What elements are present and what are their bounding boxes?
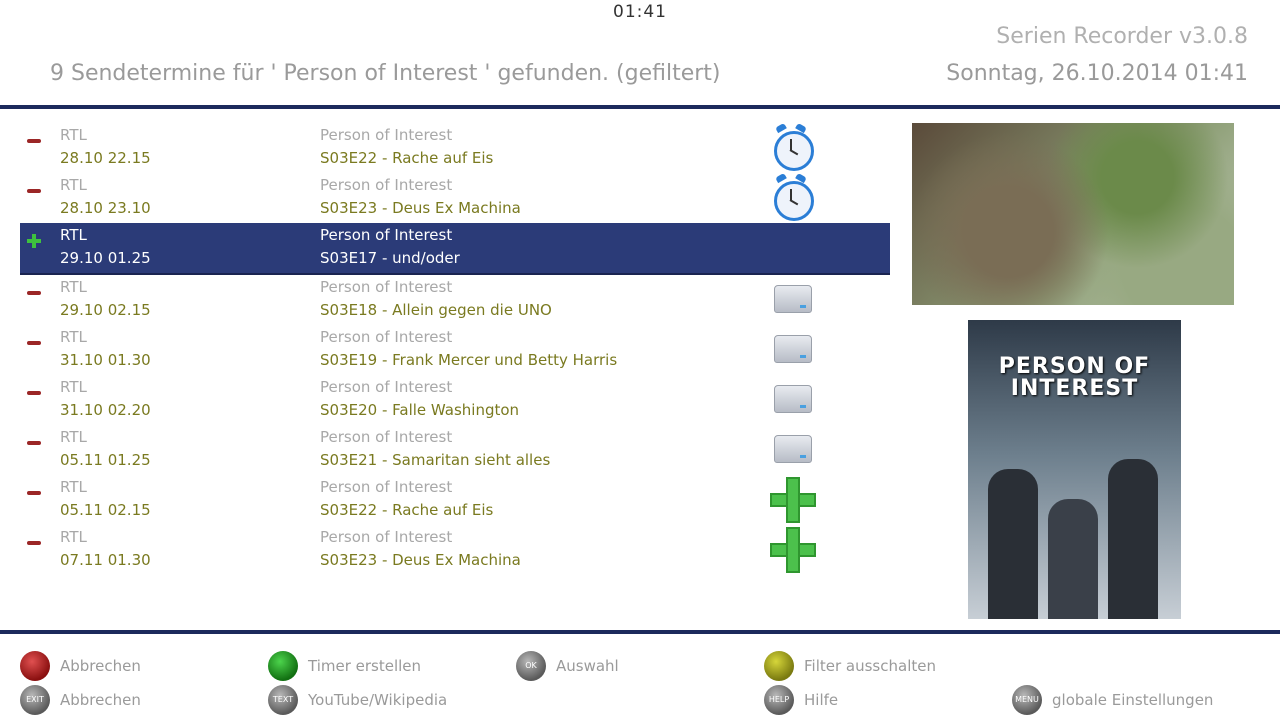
top-divider [0, 105, 1280, 109]
recorded-disk-icon [770, 377, 816, 423]
episode-title: S03E22 - Rache auf Eis [320, 149, 494, 167]
cover-figure [1048, 499, 1098, 619]
series-title: Person of Interest [320, 478, 453, 496]
help-key-icon: HELP [764, 685, 794, 715]
menu-button-label: globale Einstellungen [1052, 691, 1214, 709]
timer-clock-icon [770, 122, 816, 171]
sender-label: RTL [60, 126, 87, 144]
bottom-divider [0, 630, 1280, 634]
list-item[interactable]: RTL 29.10 01.25 Person of Interest S03E17 -… [20, 223, 890, 275]
series-title: Person of Interest [320, 176, 453, 194]
ok-button-label: Auswahl [556, 657, 619, 675]
cover-title: PERSON OF INTEREST [968, 356, 1181, 400]
list-item[interactable]: RTL 31.10 01.30 Person of Interest S03E19 -… [20, 325, 890, 375]
text-button-label: YouTube/Wikipedia [308, 691, 448, 709]
cover-figure [988, 469, 1038, 619]
fanart-image [912, 123, 1234, 305]
ok-key-tag: OK [525, 661, 537, 670]
red-button-label: Abbrechen [60, 657, 141, 675]
list-item[interactable]: RTL 28.10 23.10 Person of Interest S03E23 -… [20, 172, 890, 223]
exit-button-label: Abbrechen [60, 691, 141, 709]
minus-icon [26, 485, 42, 501]
airtime-label: 29.10 02.15 [60, 301, 151, 319]
red-key-icon [20, 651, 50, 681]
add-timer-icon [770, 527, 816, 573]
airtime-label: 28.10 22.15 [60, 149, 151, 167]
sender-label: RTL [60, 528, 87, 546]
series-title: Person of Interest [320, 528, 453, 546]
minus-icon [26, 385, 42, 401]
list-item[interactable]: RTL 07.11 01.30 Person of Interest S03E23 -… [20, 525, 890, 575]
help-key-tag: HELP [768, 695, 790, 704]
airtime-label: 31.10 02.20 [60, 401, 151, 419]
minus-icon [26, 435, 42, 451]
sender-label: RTL [60, 278, 87, 296]
episode-title: S03E23 - Deus Ex Machina [320, 551, 521, 569]
airtime-label: 05.11 01.25 [60, 451, 151, 469]
minus-icon [26, 285, 42, 301]
menu-key-icon: MENU [1012, 685, 1042, 715]
series-title: Person of Interest [320, 328, 453, 346]
list-item[interactable]: RTL 05.11 01.25 Person of Interest S03E21 -… [20, 425, 890, 475]
minus-icon [26, 133, 42, 149]
cover-title-line2: INTEREST [1010, 376, 1139, 401]
episode-title: S03E17 - und/oder [320, 249, 460, 267]
list-item[interactable]: RTL 28.10 22.15 Person of Interest S03E22 -… [20, 122, 890, 173]
sender-label: RTL [60, 226, 87, 244]
episode-title: S03E21 - Samaritan sieht alles [320, 451, 551, 469]
list-item[interactable]: RTL 31.10 02.20 Person of Interest S03E20 -… [20, 375, 890, 425]
sender-label: RTL [60, 428, 87, 446]
text-key-tag: TEXT [272, 695, 294, 704]
episode-title: S03E18 - Allein gegen die UNO [320, 301, 552, 319]
list-item[interactable]: RTL 05.11 02.15 Person of Interest S03E22 -… [20, 475, 890, 525]
green-key-icon [268, 651, 298, 681]
series-title: Person of Interest [320, 428, 453, 446]
page-title: 9 Sendetermine für ' Person of Interest … [50, 61, 721, 86]
text-key-icon: TEXT [268, 685, 298, 715]
airtime-label: 05.11 02.15 [60, 501, 151, 519]
plus-icon [26, 233, 42, 249]
menu-key-tag: MENU [1015, 695, 1039, 704]
series-title: Person of Interest [320, 226, 453, 244]
series-title: Person of Interest [320, 378, 453, 396]
cover-image: PERSON OF INTEREST [968, 320, 1181, 619]
app-title: Serien Recorder v3.0.8 [996, 24, 1248, 49]
airtime-label: 28.10 23.10 [60, 199, 151, 217]
timer-clock-icon [770, 172, 816, 221]
episode-title: S03E20 - Falle Washington [320, 401, 520, 419]
list-item[interactable]: RTL 29.10 02.15 Person of Interest S03E18 -… [20, 275, 890, 325]
minus-icon [26, 335, 42, 351]
yellow-button-label: Filter ausschalten [804, 657, 936, 675]
recorded-disk-icon [770, 277, 816, 323]
sender-label: RTL [60, 478, 87, 496]
sender-label: RTL [60, 176, 87, 194]
yellow-key-icon [764, 651, 794, 681]
recorded-disk-icon [770, 427, 816, 473]
airtime-label: 29.10 01.25 [60, 249, 151, 267]
series-title: Person of Interest [320, 126, 453, 144]
minus-icon [26, 183, 42, 199]
ok-key-icon: OK [516, 651, 546, 681]
exit-key-icon: EXIT [20, 685, 50, 715]
green-button-label: Timer erstellen [308, 657, 422, 675]
episode-title: S03E19 - Frank Mercer und Betty Harris [320, 351, 618, 369]
broadcast-list[interactable]: RTL 28.10 22.15 Person of Interest S03E22 -… [20, 122, 890, 575]
recorded-disk-icon [770, 327, 816, 373]
exit-key-tag: EXIT [26, 695, 44, 704]
current-datetime: Sonntag, 26.10.2014 01:41 [946, 61, 1248, 86]
episode-title: S03E22 - Rache auf Eis [320, 501, 494, 519]
cover-figure [1108, 459, 1158, 619]
episode-title: S03E23 - Deus Ex Machina [320, 199, 521, 217]
add-timer-icon [770, 477, 816, 523]
sender-label: RTL [60, 328, 87, 346]
sender-label: RTL [60, 378, 87, 396]
series-title: Person of Interest [320, 278, 453, 296]
airtime-label: 07.11 01.30 [60, 551, 151, 569]
clock: 01:41 [613, 2, 667, 22]
help-button-label: Hilfe [804, 691, 839, 709]
airtime-label: 31.10 01.30 [60, 351, 151, 369]
minus-icon [26, 535, 42, 551]
